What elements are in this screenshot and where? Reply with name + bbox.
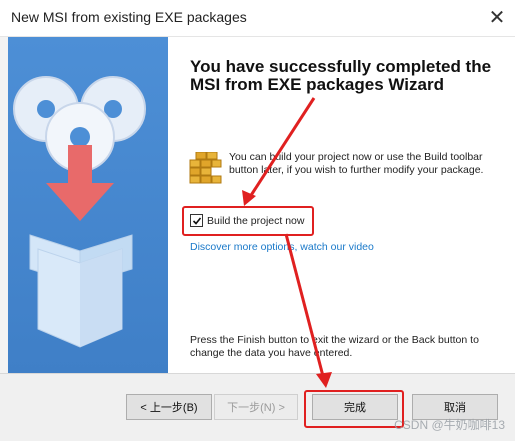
close-button[interactable]: ✕ bbox=[483, 2, 511, 32]
close-icon: ✕ bbox=[488, 6, 506, 29]
window-title: New MSI from existing EXE packages bbox=[11, 9, 247, 25]
build-info-text: You can build your project now or use th… bbox=[229, 151, 484, 176]
next-button[interactable]: 下一步(N) > bbox=[214, 394, 298, 420]
title-bar: New MSI from existing EXE packages ✕ bbox=[0, 0, 515, 37]
annotation-box-finish bbox=[304, 390, 404, 428]
annotation-box-checkbox bbox=[182, 206, 314, 236]
back-button[interactable]: < 上一步(B) bbox=[126, 394, 212, 420]
red-arrow-icon bbox=[284, 233, 332, 388]
discs-box-illustration bbox=[13, 76, 146, 348]
open-box-icon bbox=[29, 234, 133, 348]
build-bricks-icon bbox=[189, 152, 222, 184]
discover-options-link[interactable]: Discover more options, watch our video bbox=[190, 241, 374, 253]
wizard-heading: You have successfully completed the MSI … bbox=[190, 57, 492, 94]
finish-instructions: Press the Finish button to exit the wiza… bbox=[190, 334, 479, 359]
wizard-side-banner bbox=[8, 37, 168, 373]
csdn-watermark: CSDN @牛奶咖啡13 bbox=[394, 418, 505, 432]
left-edge bbox=[0, 37, 8, 373]
